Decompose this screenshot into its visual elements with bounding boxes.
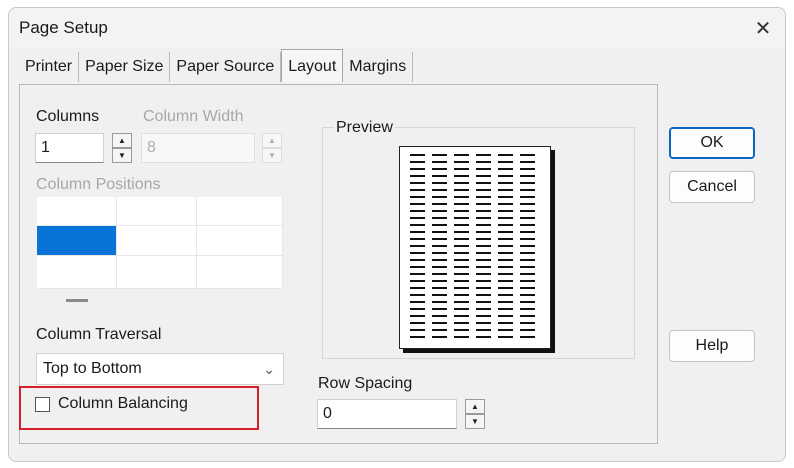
grid-cell[interactable] [197,256,283,289]
row-spacing-decrement-icon[interactable]: ▼ [465,414,485,429]
columns-increment-icon[interactable]: ▲ [112,133,132,148]
column-width-increment-icon[interactable]: ▲ [262,133,282,148]
columns-stepper[interactable]: ▲ ▼ [112,133,132,163]
help-button[interactable]: Help [669,330,755,362]
grid-cell[interactable] [37,197,117,226]
tab-strip: Printer Paper Size Paper Source Layout M… [19,49,414,84]
tab-paper-source[interactable]: Paper Source [170,52,282,82]
columns-decrement-icon[interactable]: ▼ [112,148,132,163]
tab-paper-size[interactable]: Paper Size [79,52,171,82]
columns-label: Columns [36,108,100,125]
grid-scrollbar[interactable] [66,299,88,302]
grid-cell[interactable] [197,197,283,226]
grid-cell-selected[interactable] [37,226,117,256]
column-width-input[interactable]: 8 [141,133,255,163]
column-width-decrement-icon[interactable]: ▼ [262,148,282,163]
row-spacing-stepper[interactable]: ▲ ▼ [465,399,485,429]
column-width-stepper[interactable]: ▲ ▼ [262,133,282,163]
grid-cell[interactable] [117,226,197,256]
cancel-button[interactable]: Cancel [669,171,755,203]
grid-cell[interactable] [117,256,197,289]
row-spacing-increment-icon[interactable]: ▲ [465,399,485,414]
column-positions-grid[interactable] [37,197,283,289]
title-bar: Page Setup ✕ [9,8,785,48]
grid-cell[interactable] [197,226,283,256]
tab-printer[interactable]: Printer [19,52,80,82]
ok-button[interactable]: OK [669,127,755,159]
column-traversal-select[interactable]: Top to Bottom ⌄ [36,353,284,385]
column-traversal-label: Column Traversal [36,326,162,343]
columns-input[interactable]: 1 [35,133,104,163]
row-spacing-input[interactable]: 0 [317,399,457,429]
row-spacing-label: Row Spacing [318,375,413,392]
column-width-label: Column Width [143,108,244,125]
preview-text-lines [410,154,535,338]
grid-cell[interactable] [117,197,197,226]
preview-label: Preview [334,119,395,137]
tab-margins[interactable]: Margins [343,52,414,82]
chevron-down-icon: ⌄ [263,361,275,377]
dialog-title: Page Setup [19,18,108,37]
preview-page [399,146,551,349]
column-positions-label: Column Positions [36,176,161,193]
tab-layout[interactable]: Layout [281,49,344,82]
close-icon[interactable]: ✕ [751,16,775,40]
grid-cell[interactable] [37,256,117,289]
column-traversal-value: Top to Bottom [43,360,142,377]
highlight-box [19,386,259,430]
